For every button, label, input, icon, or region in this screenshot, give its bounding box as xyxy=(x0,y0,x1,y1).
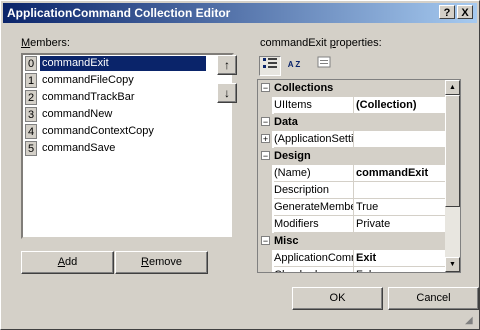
property-row-margin xyxy=(258,182,272,199)
collapse-icon[interactable]: − xyxy=(261,151,270,161)
categorized-view-button[interactable] xyxy=(259,56,281,76)
property-category[interactable]: − Misc xyxy=(258,233,446,250)
scroll-up-button[interactable]: ▲ xyxy=(445,80,460,95)
member-name: commandSave xyxy=(42,142,116,154)
property-category[interactable]: − Data xyxy=(258,114,446,131)
ok-button[interactable]: OK xyxy=(292,287,383,310)
members-list-item[interactable]: 3 commandNew xyxy=(23,106,232,123)
property-row-margin xyxy=(258,250,272,267)
property-row-margin: + xyxy=(258,131,272,148)
collapse-icon[interactable]: − xyxy=(261,83,270,93)
property-row-margin xyxy=(258,199,272,216)
close-button[interactable]: X xyxy=(457,5,473,19)
property-value[interactable]: Exit xyxy=(354,250,448,267)
property-name: Checked xyxy=(274,267,354,272)
title-bar[interactable]: ApplicationCommand Collection Editor ? X xyxy=(3,3,477,23)
window-title: ApplicationCommand Collection Editor xyxy=(7,6,231,20)
scroll-thumb[interactable] xyxy=(445,95,460,207)
member-index: 4 xyxy=(25,124,37,139)
property-value[interactable]: False xyxy=(354,267,448,272)
property-name: (Name) xyxy=(274,165,354,182)
property-name: UIItems xyxy=(274,97,354,114)
property-value[interactable]: Private xyxy=(354,216,448,233)
member-index: 1 xyxy=(25,73,37,88)
category-name: Misc xyxy=(274,235,299,247)
property-value[interactable]: True xyxy=(354,199,448,216)
properties-label: commandExit properties: xyxy=(260,37,382,49)
expand-icon[interactable]: + xyxy=(261,134,270,144)
members-list-item[interactable]: 2 commandTrackBar xyxy=(23,89,232,106)
member-name: commandExit xyxy=(40,56,206,71)
member-index: 2 xyxy=(25,90,37,105)
add-button[interactable]: Add xyxy=(21,251,114,274)
property-name: Modifiers xyxy=(274,216,354,233)
property-grid[interactable]: − Collections UIItems (Collection) − Data + (Ap… xyxy=(257,79,461,273)
property-pages-button[interactable] xyxy=(313,56,335,76)
member-name: commandFileCopy xyxy=(42,74,134,86)
collection-editor-window: ApplicationCommand Collection Editor ? X… xyxy=(0,0,480,330)
property-row[interactable]: (Name) commandExit xyxy=(258,165,448,182)
property-category[interactable]: − Collections xyxy=(258,80,446,97)
category-name: Design xyxy=(274,150,311,162)
property-name: Description xyxy=(274,182,354,199)
property-row[interactable]: ApplicationCommandExit xyxy=(258,250,448,267)
members-list-item[interactable]: 0 commandExit xyxy=(23,55,232,72)
categorized-icon xyxy=(263,58,277,68)
property-category[interactable]: − Design xyxy=(258,148,446,165)
property-name: GenerateMember xyxy=(274,199,354,216)
property-row[interactable]: CheckedFalse xyxy=(258,267,448,272)
members-list-item[interactable]: 4 commandContextCopy xyxy=(23,123,232,140)
help-button[interactable]: ? xyxy=(439,5,455,19)
member-index: 3 xyxy=(25,107,37,122)
property-row-margin xyxy=(258,267,272,272)
property-grid-scrollbar[interactable]: ▲ ▼ xyxy=(445,80,460,272)
resize-grip-icon[interactable]: ◢ xyxy=(465,315,477,327)
sort-az-icon: A Z xyxy=(287,60,301,69)
scroll-down-button[interactable]: ▼ xyxy=(445,257,460,272)
property-row-margin xyxy=(258,216,272,233)
property-row[interactable]: Description xyxy=(258,182,448,199)
property-value[interactable]: (Collection) xyxy=(354,97,448,114)
property-grid-toolbar: A Z xyxy=(257,54,461,78)
property-row-margin xyxy=(258,97,272,114)
property-name: (ApplicationSettings) xyxy=(274,131,354,148)
members-label: Members: xyxy=(21,37,70,49)
category-name: Data xyxy=(274,116,298,128)
cancel-button[interactable]: Cancel xyxy=(388,287,479,310)
property-value[interactable] xyxy=(354,182,448,199)
member-name: commandNew xyxy=(42,108,113,120)
property-row[interactable]: + (ApplicationSettings) xyxy=(258,131,448,148)
members-list-item[interactable]: 1 commandFileCopy xyxy=(23,72,232,89)
property-row[interactable]: Modifiers Private xyxy=(258,216,448,233)
property-row[interactable]: GenerateMember True xyxy=(258,199,448,216)
members-list-item[interactable]: 5 commandSave xyxy=(23,140,232,157)
member-index: 0 xyxy=(25,56,37,71)
member-name: commandContextCopy xyxy=(42,125,154,137)
property-value[interactable]: commandExit xyxy=(354,165,448,182)
collapse-icon[interactable]: − xyxy=(261,236,270,246)
member-name: commandTrackBar xyxy=(42,91,135,103)
property-name: ApplicationCommand xyxy=(274,250,354,267)
property-row-margin xyxy=(258,165,272,182)
move-up-button[interactable]: ↑ xyxy=(217,55,237,75)
members-list[interactable]: 0 commandExit 1 commandFileCopy 2 commandTrac… xyxy=(21,53,234,239)
collapse-icon[interactable]: − xyxy=(261,117,270,127)
category-name: Collections xyxy=(274,82,334,94)
member-index: 5 xyxy=(25,141,37,156)
alphabetical-view-button[interactable]: A Z xyxy=(283,56,305,76)
remove-button[interactable]: Remove xyxy=(115,251,208,274)
move-down-button[interactable]: ↓ xyxy=(217,83,237,103)
property-value[interactable] xyxy=(354,131,448,148)
property-row[interactable]: UIItems (Collection) xyxy=(258,97,448,114)
property-pages-icon xyxy=(317,56,331,68)
